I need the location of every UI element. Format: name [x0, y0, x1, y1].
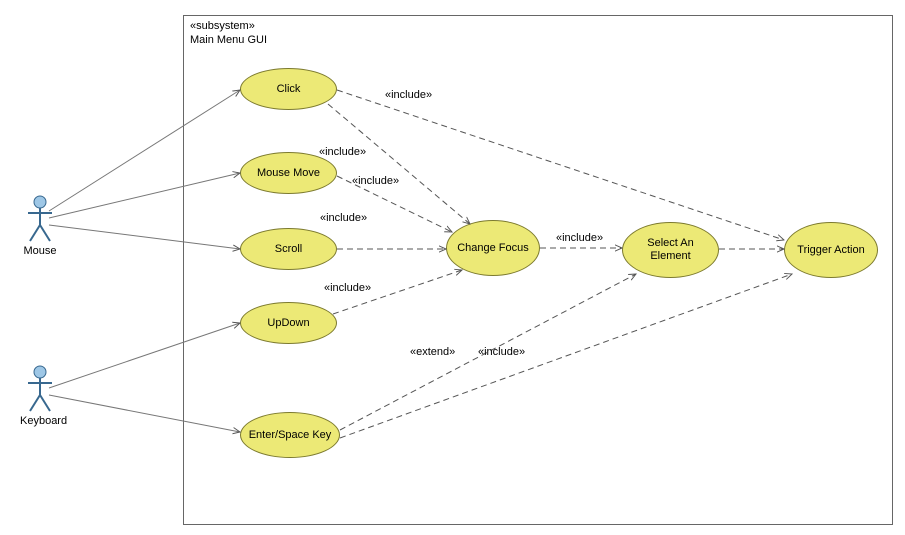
actor-mouse: Mouse: [20, 195, 60, 257]
usecase-select-element: Select An Element: [622, 222, 719, 278]
label-click-trigger: «include»: [385, 89, 432, 101]
usecase-click-label: Click: [277, 83, 301, 96]
label-enter-select: «include»: [478, 346, 525, 358]
usecase-trigger-action: Trigger Action: [784, 222, 878, 278]
usecase-mouse-move-label: Mouse Move: [257, 167, 320, 180]
usecase-updown-label: UpDown: [267, 317, 309, 330]
usecase-scroll-label: Scroll: [275, 243, 303, 256]
usecase-scroll: Scroll: [240, 228, 337, 270]
boundary-stereotype: «subsystem»: [190, 20, 267, 34]
label-enter-trigger: «extend»: [410, 346, 455, 358]
actor-keyboard-label: Keyboard: [20, 415, 60, 427]
label-change-select: «include»: [556, 232, 603, 244]
usecase-updown: UpDown: [240, 302, 337, 344]
actor-keyboard: Keyboard: [20, 365, 60, 427]
usecase-mouse-move: Mouse Move: [240, 152, 337, 194]
usecase-enter-space-label: Enter/Space Key: [249, 429, 332, 442]
diagram-canvas: «subsystem» Main Menu GUI Mouse Keyboard…: [0, 0, 905, 535]
boundary-name: Main Menu GUI: [190, 34, 267, 48]
actor-mouse-label: Mouse: [20, 245, 60, 257]
label-mousemove-change: «include»: [352, 175, 399, 187]
usecase-change-focus: Change Focus: [446, 220, 540, 276]
usecase-click: Click: [240, 68, 337, 110]
usecase-trigger-action-label: Trigger Action: [797, 244, 864, 257]
usecase-select-element-label: Select An Element: [629, 237, 712, 262]
usecase-change-focus-label: Change Focus: [457, 242, 529, 255]
label-updown-change: «include»: [324, 282, 371, 294]
label-scroll-change: «include»: [320, 212, 367, 224]
label-click-change: «include»: [319, 146, 366, 158]
usecase-enter-space: Enter/Space Key: [240, 412, 340, 458]
